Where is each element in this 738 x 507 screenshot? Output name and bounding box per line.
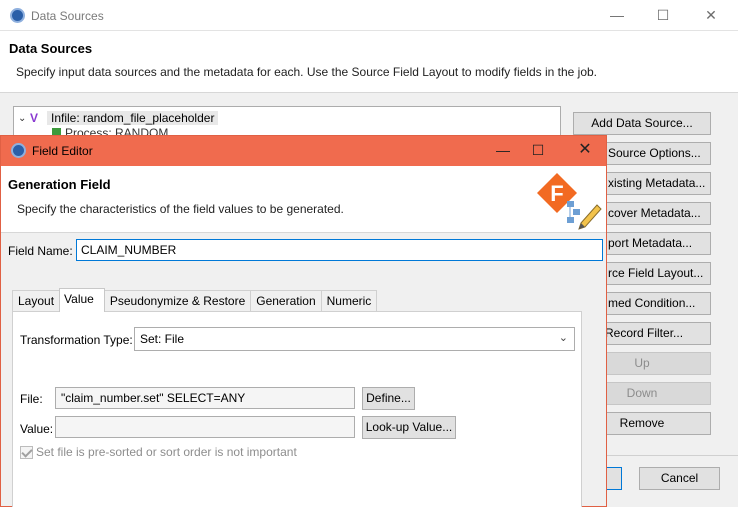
tree-item-label: Infile: random_file_placeholder [47,111,219,125]
value-field[interactable] [55,416,355,438]
maximize-icon[interactable]: ☐ [650,5,676,25]
file-label: File: [20,392,43,406]
chevron-down-icon[interactable]: ⌄ [18,113,30,124]
maximize-icon[interactable]: ☐ [525,140,551,160]
tab-generation[interactable]: Generation [250,290,322,312]
add-data-source-button[interactable]: Add Data Source... [573,112,711,135]
field-name-input[interactable]: CLAIM_NUMBER [76,239,603,261]
field-name-label: Field Name: [8,244,73,258]
data-source-tree[interactable]: ⌄ V Infile: random_file_placeholder Proc… [13,106,561,140]
field-editor-logo-icon: F [537,173,602,230]
minimize-icon[interactable]: — [490,140,516,160]
data-sources-description: Specify input data sources and the metad… [16,65,598,79]
cancel-button[interactable]: Cancel [639,467,720,490]
tab-layout[interactable]: Layout [12,290,61,312]
field-editor-header: Generation Field Specify the characteris… [1,166,606,233]
value-label: Value: [20,422,54,436]
app-logo-icon [10,8,25,23]
app-logo-icon [11,143,26,158]
tab-pseudonymize-restore[interactable]: Pseudonymize & Restore [103,290,252,312]
transformation-type-label: Transformation Type: [20,333,133,347]
presorted-checkbox[interactable] [20,445,33,459]
transformation-type-value: Set: File [140,332,185,346]
data-sources-titlebar: Data Sources — ☐ ✕ [0,0,738,31]
field-editor-titlebar: Field Editor — ☐ ✕ [1,136,606,166]
field-editor-window-title: Field Editor [32,144,93,158]
minimize-icon[interactable]: — [604,5,630,25]
tree-item-infile[interactable]: ⌄ V Infile: random_file_placeholder [18,110,219,126]
data-sources-heading: Data Sources [9,41,93,56]
infile-icon: V [30,111,39,125]
field-editor-description: Specify the characteristics of the field… [17,202,344,216]
close-icon[interactable]: ✕ [698,5,724,25]
tab-value[interactable]: Value [59,288,105,312]
logo-letter: F [550,181,563,206]
field-editor-tabs: Layout Value Pseudonymize & Restore Gene… [12,288,378,312]
close-icon[interactable]: ✕ [572,140,598,160]
file-field[interactable]: "claim_number.set" SELECT=ANY [55,387,355,409]
field-editor-dialog: Field Editor — ☐ ✕ Generation Field Spec… [0,135,607,507]
define-button[interactable]: Define... [362,387,415,410]
presorted-checkbox-row[interactable]: Set file is pre-sorted or sort order is … [20,445,297,459]
field-editor-heading: Generation Field [8,177,111,192]
lookup-value-button[interactable]: Look-up Value... [362,416,456,439]
data-sources-window-title: Data Sources [31,9,104,23]
tab-numeric[interactable]: Numeric [320,290,378,312]
presorted-checkbox-label: Set file is pre-sorted or sort order is … [36,445,297,459]
transformation-type-select[interactable]: Set: File ⌄ [134,327,575,351]
data-sources-header: Data Sources Specify input data sources … [0,31,738,93]
chevron-down-icon[interactable]: ⌄ [559,331,568,344]
value-tab-panel: Transformation Type: Set: File ⌄ File: "… [12,311,582,507]
